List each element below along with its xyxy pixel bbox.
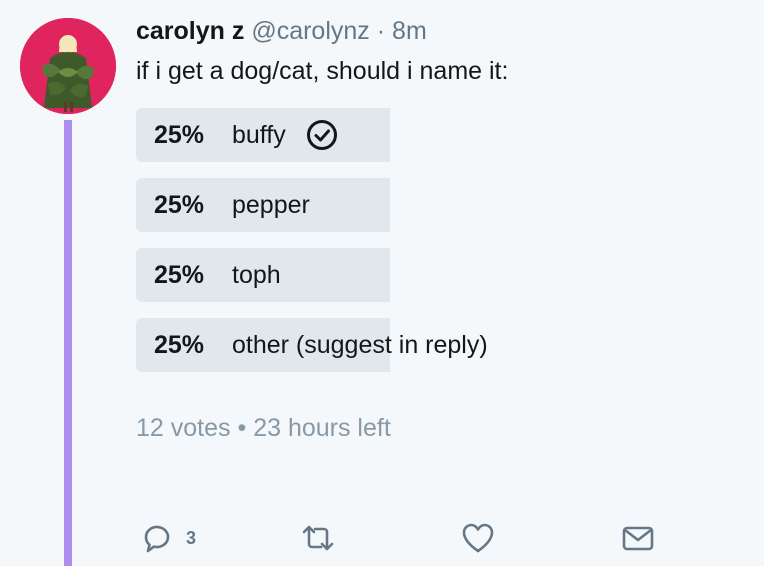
poll-option-label: other (suggest in reply) xyxy=(232,330,488,359)
direct-message-button[interactable] xyxy=(620,518,656,558)
poll-option-label: toph xyxy=(232,260,281,289)
poll-option: 25% other (suggest in reply) xyxy=(136,318,696,372)
envelope-icon xyxy=(620,520,656,556)
reply-icon xyxy=(140,520,176,556)
tweet-header: carolyn z @carolynz · 8m xyxy=(136,14,427,48)
heart-icon xyxy=(460,520,496,556)
poll-vote-count: 12 votes xyxy=(136,414,231,442)
poll-option: 25% toph xyxy=(136,248,696,302)
poll: 25% buffy 25% pepper 25% toph 25% other … xyxy=(136,108,696,388)
like-button[interactable] xyxy=(460,518,496,558)
poll-meta-separator: • xyxy=(237,414,247,442)
poll-meta: 12 votes • 23 hours left xyxy=(136,411,391,445)
thread-line xyxy=(64,120,72,566)
reply-count: 3 xyxy=(186,527,197,548)
avatar-image xyxy=(20,18,116,114)
poll-option: 25% buffy xyxy=(136,108,696,162)
poll-percent: 25% xyxy=(154,120,205,149)
tweet-text: if i get a dog/cat, should i name it: xyxy=(136,57,509,85)
tweet: carolyn z @carolynz · 8m if i get a dog/… xyxy=(0,0,764,566)
poll-time-left: 23 hours left xyxy=(253,414,391,442)
poll-percent: 25% xyxy=(154,330,205,359)
poll-option-label: buffy xyxy=(232,120,286,149)
poll-percent: 25% xyxy=(154,190,205,219)
avatar[interactable] xyxy=(20,18,116,114)
retweet-button[interactable] xyxy=(300,518,336,558)
reply-button[interactable]: 3 xyxy=(140,518,196,558)
header-separator: · xyxy=(376,17,386,45)
author-handle[interactable]: @carolynz xyxy=(251,17,369,45)
poll-percent: 25% xyxy=(154,260,205,289)
poll-option-label: pepper xyxy=(232,190,310,219)
poll-option: 25% pepper xyxy=(136,178,696,232)
tweet-actions: 3 xyxy=(0,518,764,558)
tweet-timestamp[interactable]: 8m xyxy=(392,17,427,45)
check-circle-icon xyxy=(306,119,338,151)
retweet-icon xyxy=(300,520,336,556)
author-name[interactable]: carolyn z xyxy=(136,17,244,45)
